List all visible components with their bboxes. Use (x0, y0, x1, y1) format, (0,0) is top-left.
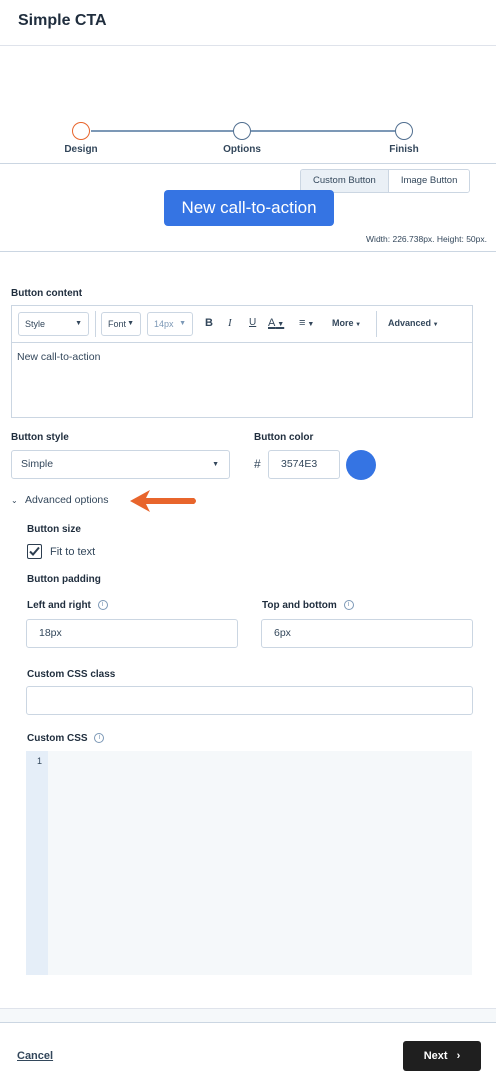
stepper-line (251, 130, 395, 132)
step-design-circle[interactable] (72, 122, 90, 140)
button-content-label: Button content (11, 288, 83, 299)
chevron-down-icon: ▼ (353, 322, 362, 328)
line-number: 1 (36, 756, 42, 766)
modal-header: Simple CTA (0, 0, 496, 46)
info-icon[interactable]: i (94, 733, 105, 744)
left-right-padding-input[interactable]: 18px (26, 619, 238, 648)
button-style-select[interactable]: Simple ▼ (11, 450, 230, 479)
chevron-down-icon: ▼ (305, 321, 315, 328)
color-hex-input[interactable]: 3574E3 (268, 450, 340, 479)
next-button-label: Next (423, 1050, 448, 1062)
advanced-dropdown[interactable]: Advanced ▼ (388, 318, 439, 328)
annotation-arrow-icon (130, 490, 196, 512)
style-dropdown[interactable]: Style ▼ (18, 312, 89, 336)
button-color-label: Button color (254, 432, 314, 443)
font-dropdown[interactable]: Font ▼ (101, 312, 141, 336)
bold-icon[interactable]: B (205, 317, 213, 329)
more-dropdown[interactable]: More ▼ (332, 318, 361, 328)
top-bottom-label-text: Top and bottom (262, 600, 337, 611)
preview-dimensions: Width: 226.738px. Height: 50px. (366, 234, 487, 244)
hash-symbol: # (254, 457, 261, 471)
button-padding-label: Button padding (27, 574, 101, 585)
step-finish-circle[interactable] (395, 122, 413, 140)
chevron-down-icon: ▼ (212, 461, 219, 468)
stepper-line (91, 130, 233, 132)
button-style-value: Simple (21, 458, 54, 470)
fit-to-text-label: Fit to text (50, 546, 96, 558)
style-dropdown-label: Style (25, 319, 46, 329)
custom-css-class-label: Custom CSS class (27, 669, 116, 680)
more-label: More (332, 318, 354, 328)
chevron-down-icon: ⌄ (11, 496, 18, 505)
top-bottom-padding-input[interactable]: 6px (261, 619, 473, 648)
text-color-icon[interactable]: A ▼ (268, 317, 284, 329)
toolbar-divider (376, 311, 377, 337)
left-right-label-text: Left and right (27, 600, 91, 611)
next-button[interactable]: Next › (403, 1041, 481, 1071)
align-icon[interactable]: ≡ ▼ (299, 317, 314, 329)
page-title: Simple CTA (18, 12, 107, 29)
chevron-down-icon: ▼ (75, 320, 82, 327)
checkmark-icon (29, 546, 40, 556)
step-options-label: Options (223, 144, 261, 155)
font-size-label: 14px (154, 319, 174, 329)
line-number-gutter: 1 (26, 751, 48, 975)
font-dropdown-label: Font (108, 319, 127, 329)
rich-text-editor: Style ▼ Font ▼ 14px ▼ B I U A ▼ ≡ ▼ More… (11, 305, 473, 418)
step-options-circle[interactable] (233, 122, 251, 140)
button-size-label: Button size (27, 524, 81, 535)
chevron-down-icon: ▼ (431, 322, 439, 328)
cta-preview-button: New call-to-action (164, 190, 334, 226)
step-finish-label: Finish (389, 144, 419, 155)
custom-css-editor[interactable]: 1 (26, 751, 472, 975)
font-size-dropdown[interactable]: 14px ▼ (147, 312, 193, 336)
custom-css-label-text: Custom CSS (27, 733, 88, 744)
custom-css-class-input[interactable] (26, 686, 473, 715)
advanced-options-toggle[interactable]: ⌄ Advanced options (11, 494, 109, 506)
italic-icon[interactable]: I (228, 317, 232, 329)
info-icon[interactable]: i (97, 600, 108, 611)
top-bottom-label: Top and bottom i (262, 600, 354, 611)
left-right-label: Left and right i (27, 600, 108, 611)
color-swatch[interactable] (346, 450, 376, 480)
editor-content[interactable]: New call-to-action (12, 343, 472, 371)
advanced-options-label: Advanced options (25, 494, 109, 506)
toolbar-divider (95, 311, 96, 337)
custom-css-label: Custom CSS i (27, 733, 105, 744)
chevron-right-icon: › (456, 1050, 461, 1062)
stepper: Design Options Finish Custom Button Imag… (0, 46, 496, 193)
editor-toolbar: Style ▼ Font ▼ 14px ▼ B I U A ▼ ≡ ▼ More… (12, 306, 472, 343)
chevron-down-icon: ▼ (127, 320, 134, 327)
advanced-label: Advanced (388, 318, 432, 328)
info-icon[interactable]: i (343, 600, 354, 611)
chevron-down-icon: ▼ (179, 320, 186, 327)
underline-icon[interactable]: U (249, 317, 256, 328)
button-style-label: Button style (11, 432, 69, 443)
chevron-down-icon: ▼ (275, 321, 285, 328)
step-design-label: Design (64, 144, 98, 155)
cta-preview: New call-to-action Width: 226.738px. Hei… (0, 165, 496, 252)
footer-divider (0, 1008, 496, 1023)
fit-to-text-checkbox[interactable] (27, 544, 42, 559)
cancel-link[interactable]: Cancel (17, 1050, 53, 1062)
